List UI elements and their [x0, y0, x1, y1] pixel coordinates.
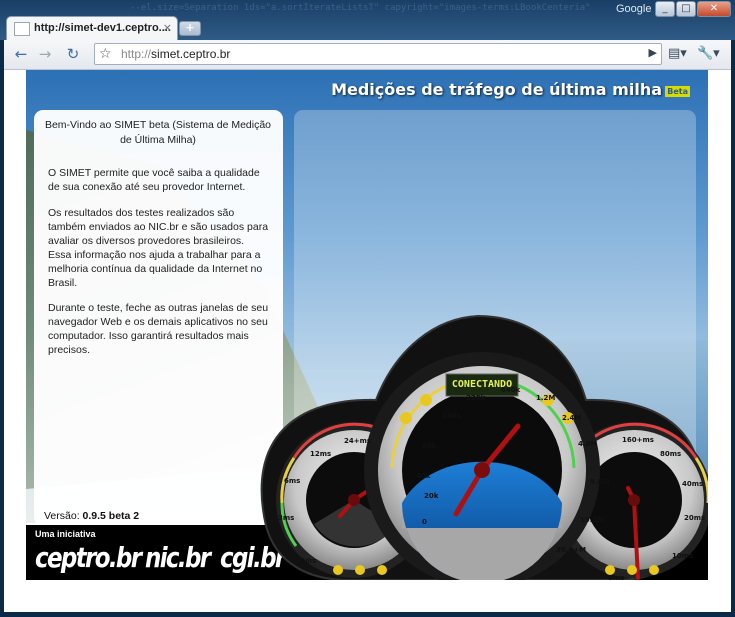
- info-paragraph-3: Durante o teste, feche as outras janelas…: [48, 302, 269, 356]
- right-label-40ms: 40ms: [682, 480, 703, 488]
- center-label-20k: 20k: [424, 492, 439, 500]
- center-label-80k: 80k: [422, 442, 437, 450]
- page-viewport: Medições de tráfego de última milha Beta…: [4, 70, 731, 612]
- center-label-160k: 160k: [442, 412, 462, 420]
- center-label-9-6m: 9.6M: [590, 478, 609, 486]
- right-label-160ms: 160+ms: [622, 436, 654, 444]
- beta-badge: Beta: [665, 86, 690, 97]
- center-label-0: 0: [422, 518, 427, 526]
- page-favicon-icon: [14, 22, 30, 36]
- info-paragraph-2: Os resultados dos testes realizados são …: [48, 207, 269, 289]
- minimize-button[interactable]: _: [655, 1, 675, 17]
- bookmark-star-icon[interactable]: ☆: [99, 44, 112, 64]
- right-label-0ms: 0ms: [608, 574, 624, 580]
- nicbr-logo[interactable]: nic.br: [145, 541, 211, 574]
- reload-button[interactable]: ↻: [62, 44, 84, 64]
- browser-toolbar: ← → ↻ ☆ http://simet.ceptro.br ▶ ▤▾ 🔧▾: [4, 40, 731, 70]
- speed-dashboard: CONECTANDO 0 20k 40k 80k 160k 320k 640k …: [260, 314, 708, 580]
- maximize-button[interactable]: □: [676, 1, 696, 17]
- welcome-heading: Bem-Vindo ao SIMET beta (Sistema de Medi…: [44, 119, 272, 146]
- left-label-24ms: 24+ms: [344, 437, 371, 445]
- center-label-320k: 320k: [466, 394, 486, 402]
- right-label-10ms: 10ms: [672, 552, 693, 560]
- simet-app: Medições de tráfego de última milha Beta…: [26, 70, 708, 580]
- initiative-label: Uma iniciativa: [35, 529, 96, 539]
- page-title: Medições de tráfego de última milha: [331, 80, 662, 99]
- url-text: http://simet.ceptro.br: [121, 47, 231, 61]
- center-label-2-4m: 2.4M: [562, 414, 581, 422]
- left-label-3ms: 3ms: [278, 514, 294, 522]
- left-label-12ms: 12ms: [310, 450, 331, 458]
- left-label-0ms: 0ms: [300, 557, 316, 565]
- back-button[interactable]: ←: [10, 44, 32, 64]
- info-panel: Bem-Vindo ao SIMET beta (Sistema de Medi…: [34, 110, 283, 526]
- window-titlebar: --el.size=Separation 1ds="a.sortIterateL…: [0, 0, 735, 40]
- info-paragraph-1: O SIMET permite que você saiba a qualida…: [48, 167, 260, 193]
- ceptro-logo[interactable]: ceptro.br: [35, 541, 142, 574]
- forward-button[interactable]: →: [34, 44, 56, 64]
- right-label-80ms: 80ms: [660, 450, 681, 458]
- address-bar[interactable]: ☆ http://simet.ceptro.br ▶: [94, 43, 662, 65]
- center-label-38-4m: 38.4+M: [556, 546, 586, 554]
- background-code: --el.size=Separation 1ds="a.sortIterateL…: [130, 3, 591, 13]
- right-label-20ms: 20ms: [684, 514, 705, 522]
- browser-tab[interactable]: http://simet-dev1.ceptro.... ×: [6, 16, 178, 40]
- center-label-19-2m: 19.2M: [580, 516, 604, 524]
- new-tab-button[interactable]: +: [179, 21, 201, 36]
- center-label-1-2m: 1.2M: [536, 394, 555, 402]
- center-label-640k: 640k: [501, 386, 521, 394]
- close-tab-icon[interactable]: ×: [163, 21, 172, 34]
- page-menu-button[interactable]: ▤▾: [668, 44, 687, 64]
- left-label-6ms: 6ms: [284, 477, 300, 485]
- center-label-40k: 40k: [416, 472, 431, 480]
- center-label-4-8m: 4.8M: [578, 440, 597, 448]
- version-info: Versão: 0.9.5 beta 2: [44, 510, 140, 522]
- go-icon[interactable]: ▶: [649, 46, 657, 59]
- wrench-menu-button[interactable]: 🔧▾: [697, 44, 720, 64]
- brand-label: Google: [616, 3, 652, 15]
- close-window-button[interactable]: ✕: [697, 1, 731, 17]
- tab-title: http://simet-dev1.ceptro....: [34, 22, 171, 34]
